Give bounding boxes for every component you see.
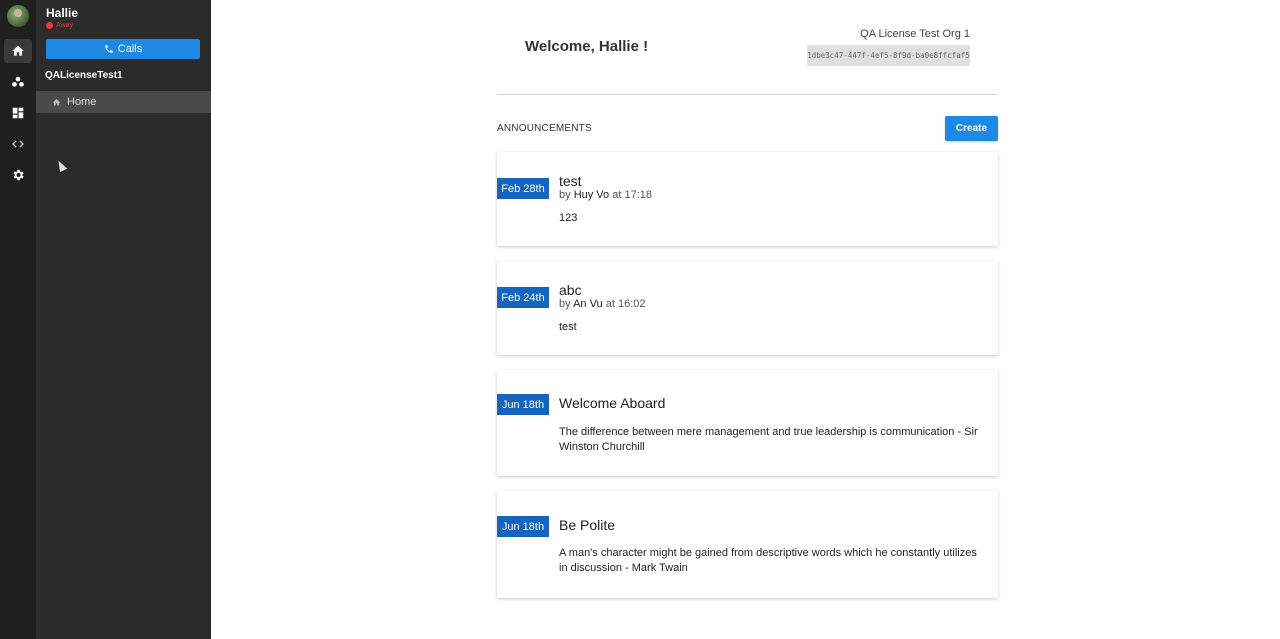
calls-button[interactable]: Calls: [46, 39, 200, 59]
user-status-label: Away: [56, 22, 73, 29]
org-label: QALicenseTest1: [45, 70, 123, 81]
sidebar: Hallie Away Calls QALicenseTest1 Home: [36, 0, 211, 639]
sidebar-item-home[interactable]: Home: [36, 91, 211, 113]
phone-icon: [105, 45, 113, 53]
welcome-heading: Welcome, Hallie !: [525, 38, 649, 55]
announcement-card[interactable]: Jun 18th Be Polite A man's character mig…: [497, 491, 998, 598]
announcement-body: 123: [559, 212, 578, 224]
announcement-time: 16:02: [617, 298, 646, 310]
away-status-icon: [46, 22, 53, 29]
avatar[interactable]: [7, 5, 29, 27]
announcement-body: A man's character might be gained from d…: [559, 547, 977, 574]
announcement-title: Be Polite: [559, 517, 616, 533]
announcement-title: Welcome Aboard: [559, 395, 666, 411]
announcement-card[interactable]: Feb 28th test by Huy Vo at 17:18 123: [497, 152, 998, 246]
code-icon[interactable]: [4, 132, 32, 156]
user-name: Hallie: [46, 6, 79, 20]
user-status[interactable]: Away: [46, 22, 73, 29]
sidebar-item-label: Home: [67, 96, 97, 108]
create-button[interactable]: Create: [945, 116, 998, 141]
date-badge: Feb 28th: [497, 178, 549, 199]
home-small-icon: [52, 98, 61, 105]
announcement-card[interactable]: Jun 18th Welcome Aboard The difference b…: [497, 370, 998, 476]
date-badge: Jun 18th: [497, 394, 549, 415]
date-badge: Feb 24th: [497, 287, 549, 308]
settings-icon[interactable]: [4, 163, 32, 187]
announcements-heading: ANNOUNCEMENTS: [497, 123, 592, 134]
org-id-badge[interactable]: 1dbe3c47-447f-4ef5-8f9d-ba0e8ffcfaf5: [807, 45, 970, 66]
home-icon[interactable]: [4, 39, 32, 63]
author-name: An Vu: [573, 298, 603, 310]
announcement-title: test: [559, 173, 582, 189]
groups-icon[interactable]: [4, 70, 32, 94]
org-name: QA License Test Org 1: [860, 28, 970, 40]
divider: [497, 94, 998, 95]
date-badge: Jun 18th: [497, 516, 549, 537]
calls-label: Calls: [117, 43, 143, 55]
announcement-body: The difference between mere management a…: [559, 426, 978, 453]
main-content: Welcome, Hallie ! QA License Test Org 1 …: [211, 0, 1280, 639]
announcement-title: abc: [559, 282, 582, 298]
announcement-byline: by An Vu at 16:02: [559, 298, 646, 310]
announcement-time: 17:18: [624, 189, 652, 201]
dashboard-icon[interactable]: [4, 101, 32, 125]
announcement-card[interactable]: Feb 24th abc by An Vu at 16:02 test: [497, 261, 998, 355]
icon-rail: [0, 0, 36, 639]
announcement-byline: by Huy Vo at 17:18: [559, 189, 652, 201]
announcement-body: test: [559, 321, 577, 333]
author-name: Huy Vo: [573, 189, 610, 201]
